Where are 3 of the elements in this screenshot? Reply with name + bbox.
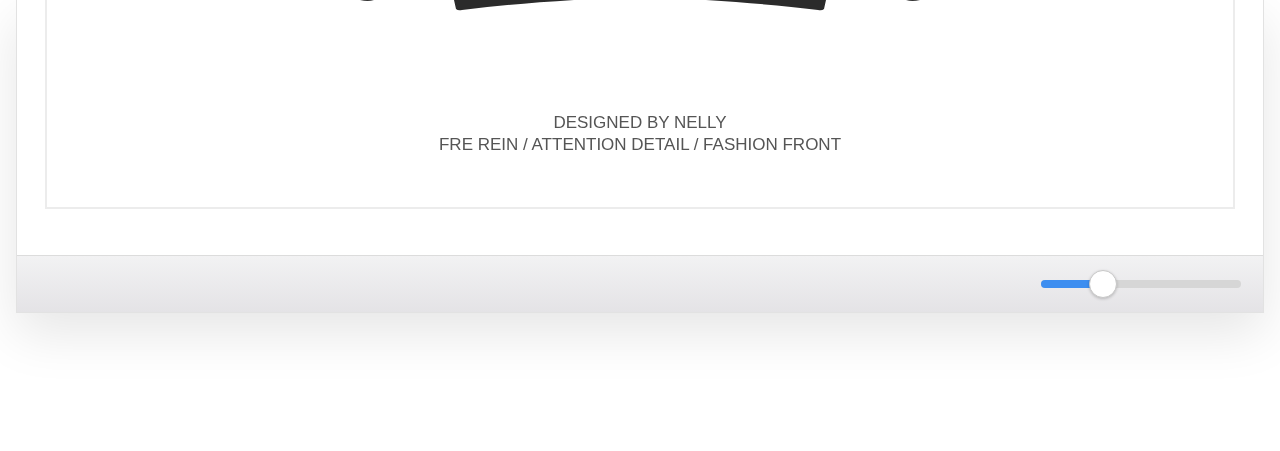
credit-line: FRE REIN / ATTENTION DETAIL / FASHION FRONT (438, 134, 842, 156)
credit-line: DESIGNED BY NELLY (552, 112, 728, 134)
slider-thumb[interactable] (1089, 270, 1117, 298)
